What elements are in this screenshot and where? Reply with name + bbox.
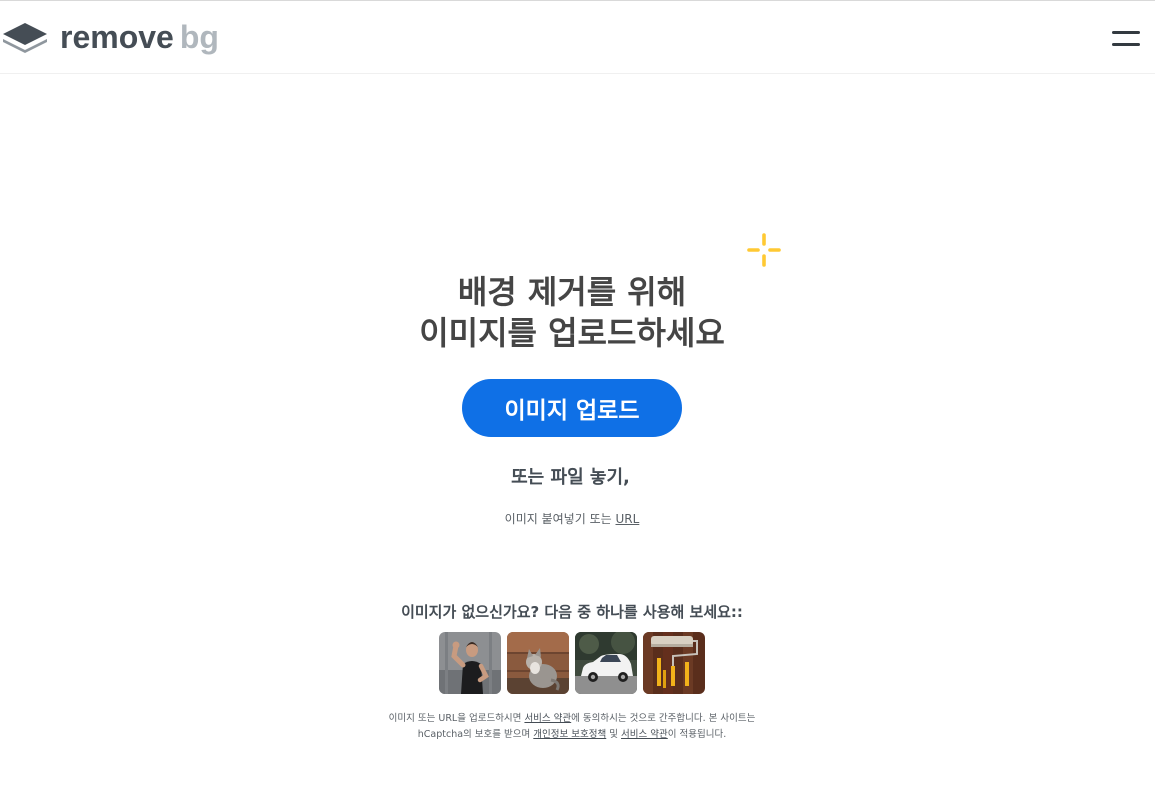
logo-text: remove bg (60, 19, 219, 55)
legal-notice: 이미지 또는 URL을 업로드하시면 서비스 약관에 동의하시는 것으로 간주합… (0, 711, 1144, 743)
url-link[interactable]: URL (616, 512, 640, 526)
woman-flexing-thumbnail[interactable] (439, 632, 501, 694)
privacy-policy-link[interactable]: 개인정보 보호정책 (533, 729, 606, 740)
logo-mark-icon (3, 23, 47, 53)
drop-file-text: 또는 파일 놓기, (511, 467, 630, 488)
terms-of-service-link-2[interactable]: 서비스 약관 (621, 729, 668, 740)
menu-bar-bottom (1112, 42, 1140, 46)
upload-image-button[interactable]: 이미지 업로드 (462, 379, 682, 437)
sparkle-icon (747, 233, 781, 267)
headline-line-2: 이미지를 업로드하세요 (419, 314, 725, 352)
legal-text-1: 이미지 또는 URL을 업로드하시면 (388, 713, 525, 724)
paste-text: 이미지 붙여넣기 또는 (504, 512, 612, 526)
menu-bar-top (1112, 30, 1140, 34)
headline-line-1: 배경 제거를 위해 (457, 273, 687, 311)
legal-line-1: 이미지 또는 URL을 업로드하시면 서비스 약관에 동의하시는 것으로 간주합… (0, 711, 1144, 727)
logo-word-remove: remove (60, 19, 174, 55)
legal-text-2: 에 동의하시는 것으로 간주합니다. 본 사이트는 (571, 713, 756, 724)
logo-word-bg: bg (179, 19, 219, 55)
white-car-thumbnail[interactable] (575, 632, 637, 694)
sample-images-title: 이미지가 없으신가요? 다음 중 하나를 사용해 보세요:: (401, 603, 743, 621)
terms-of-service-link[interactable]: 서비스 약관 (524, 713, 571, 724)
paste-instructions: 이미지 붙여넣기 또는 URL (0, 510, 1144, 527)
cat-thumbnail[interactable] (507, 632, 569, 694)
paint-roller-thumbnail[interactable] (643, 632, 705, 694)
legal-text-4: 및 (606, 729, 622, 740)
logo[interactable]: remove bg (2, 19, 219, 55)
legal-text-5: 이 적용됩니다. (667, 729, 727, 740)
site-header: remove bg (0, 1, 1155, 74)
hamburger-menu-icon[interactable] (1106, 25, 1146, 51)
legal-line-2: hCaptcha의 보호를 받으며 개인정보 보호정책 및 서비스 약관이 적용… (0, 727, 1144, 743)
legal-text-3: hCaptcha의 보호를 받으며 (417, 729, 534, 740)
sample-images (439, 632, 705, 694)
page-title: 배경 제거를 위해 이미지를 업로드하세요 (0, 272, 1144, 354)
